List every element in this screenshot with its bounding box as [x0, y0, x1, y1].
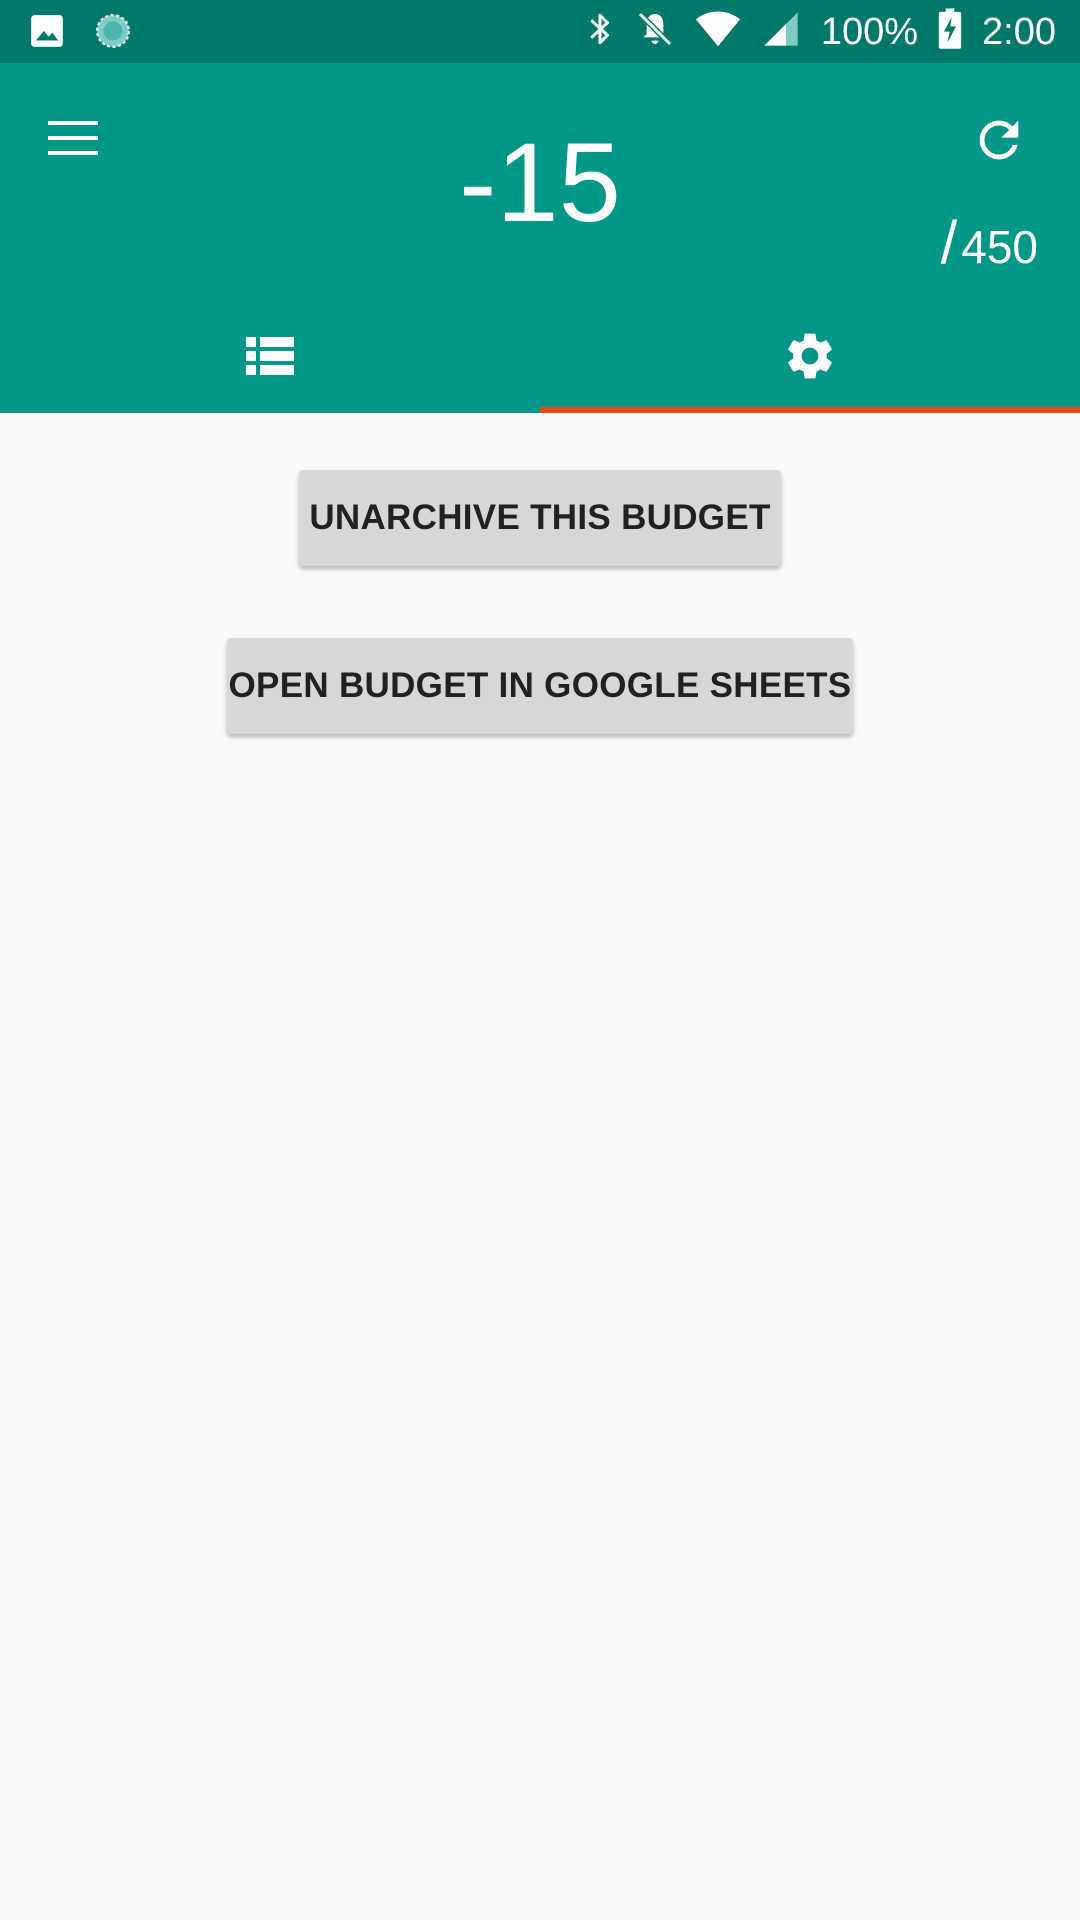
cell-signal-icon [761, 9, 801, 54]
balance-amount: -15 [459, 120, 621, 245]
app-header: -15 / 450 [0, 63, 1080, 413]
bluetooth-icon [585, 9, 615, 54]
status-left-icons [28, 12, 132, 55]
status-bar: 100% 2:00 [0, 0, 1080, 63]
settings-gear-icon [782, 328, 838, 389]
unarchive-budget-button[interactable]: UNARCHIVE THIS BUDGET [299, 470, 781, 566]
battery-percent: 100% [820, 10, 919, 53]
battery-charging-icon [938, 8, 962, 55]
selected-tab-indicator [540, 407, 1080, 413]
status-right-icons: 100% 2:00 [585, 0, 1056, 63]
sync-circle-icon [94, 12, 132, 55]
notifications-off-icon [635, 9, 675, 54]
refresh-button[interactable] [966, 109, 1032, 175]
wifi-icon [695, 9, 741, 54]
list-icon [246, 335, 294, 382]
total-slash: / [940, 209, 958, 276]
tab-settings[interactable] [540, 303, 1080, 413]
open-google-sheets-button[interactable]: OPEN BUDGET IN GOOGLE SHEETS [227, 638, 853, 734]
clock: 2:00 [982, 10, 1056, 53]
refresh-icon [970, 111, 1028, 174]
tab-bar [0, 303, 1080, 413]
tab-list[interactable] [0, 303, 540, 413]
image-icon [28, 12, 66, 55]
budget-total: / 450 [940, 209, 1038, 276]
total-value: 450 [961, 221, 1038, 273]
